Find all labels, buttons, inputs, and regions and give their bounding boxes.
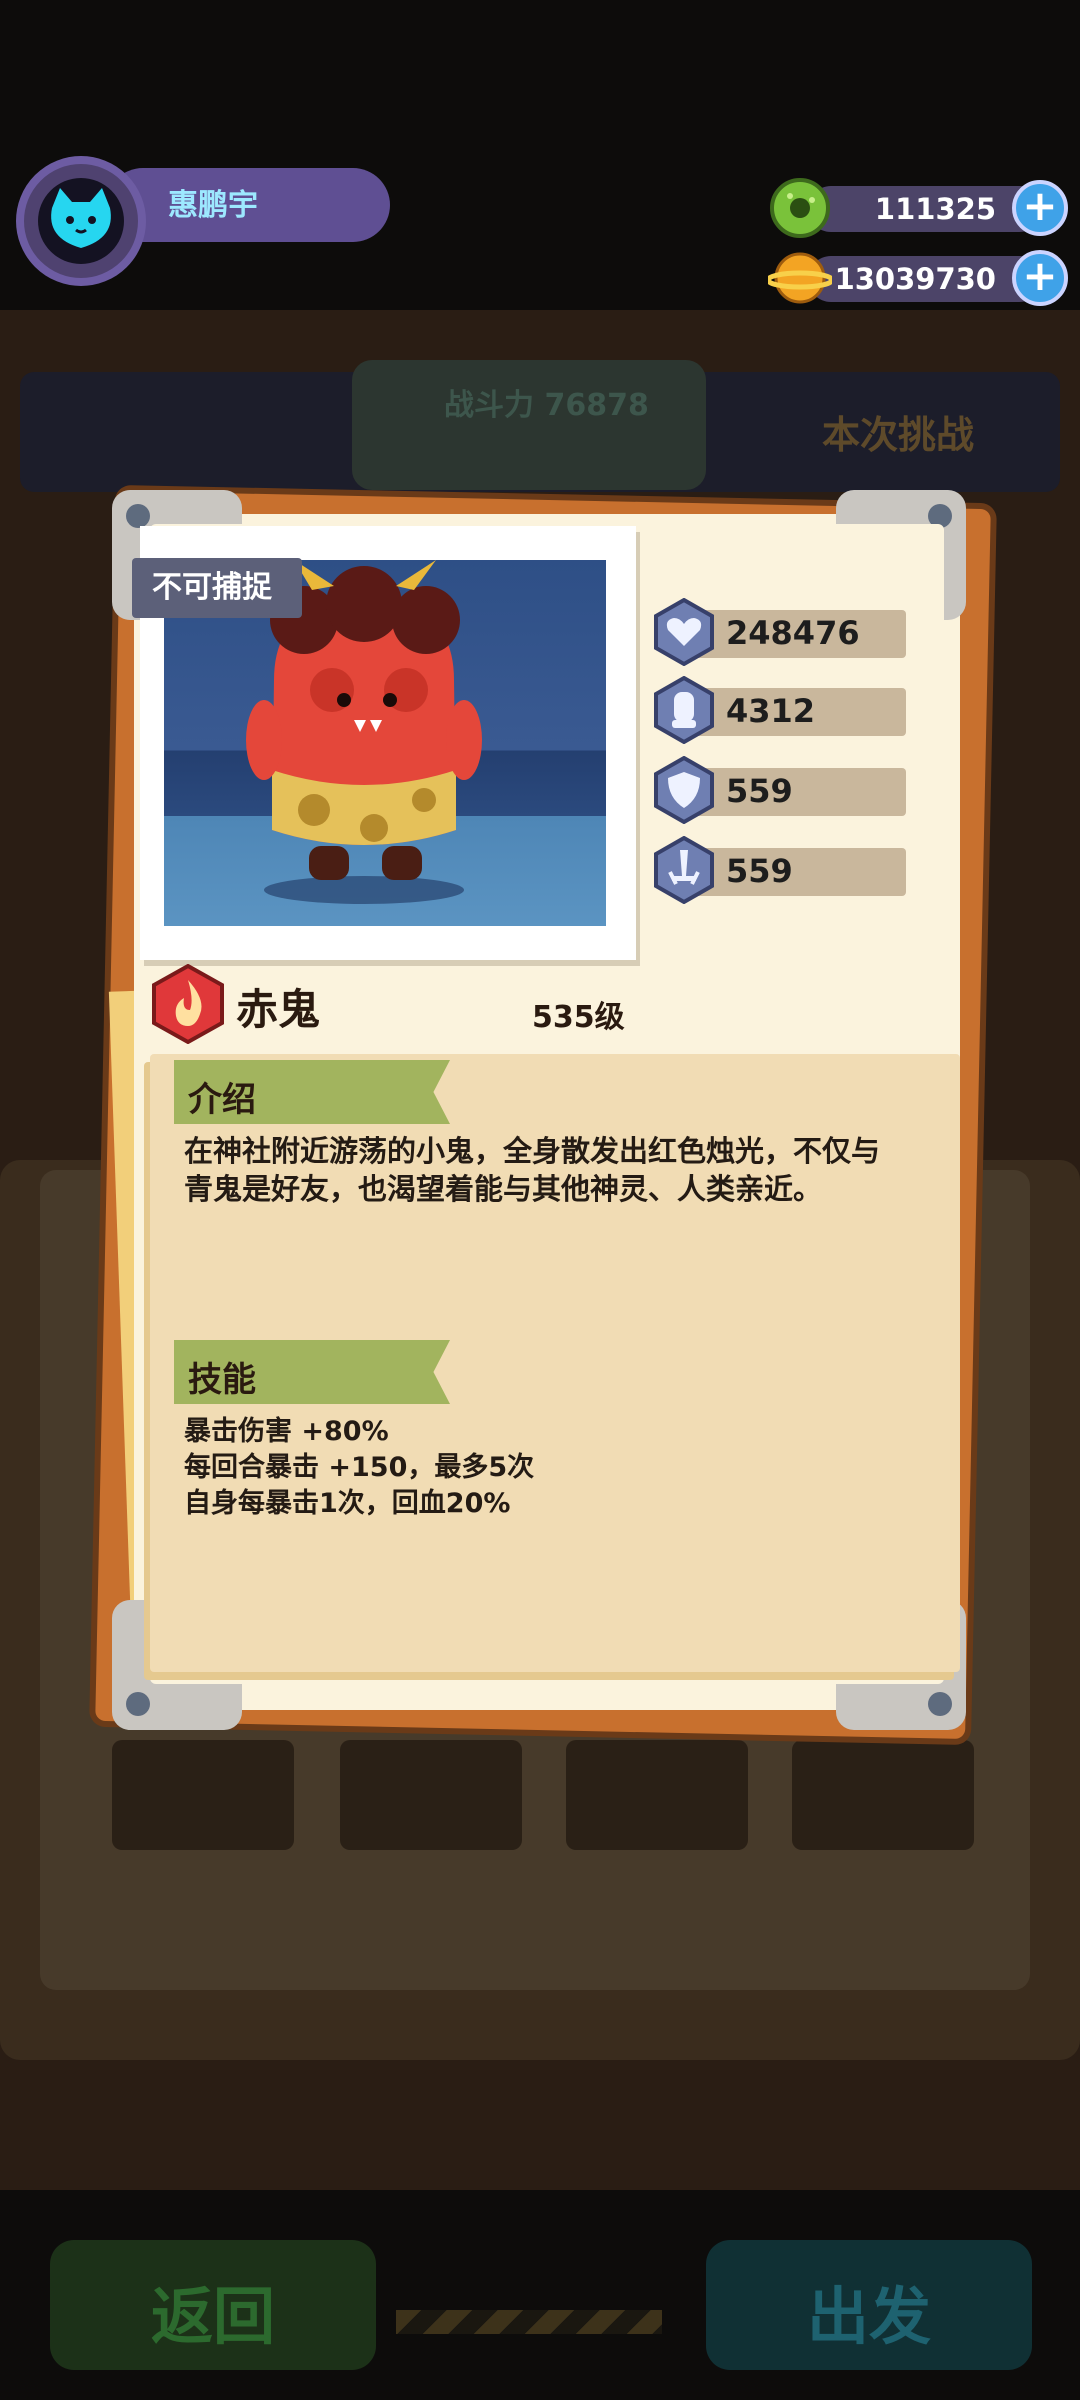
donut-count: 111325 <box>874 192 996 226</box>
intro-heading: 介绍 <box>188 1080 256 1120</box>
stat-hp: 248476 <box>650 597 910 667</box>
orange-planet-coin-icon <box>765 246 835 310</box>
shield-defense-icon <box>650 755 718 825</box>
power-label: 战斗力 76878 <box>444 388 649 423</box>
hazard-stripe <box>396 2310 662 2334</box>
intro-text: 在神社附近游荡的小鬼，全身散发出红色烛光，不仅与青鬼是好友，也渴望着能与其他神灵… <box>184 1134 881 1206</box>
skills-heading: 技能 <box>188 1360 256 1400</box>
go-button[interactable]: 出发 <box>706 2240 1032 2370</box>
skill-line: 暴击伤害 +80% <box>184 1416 389 1447</box>
skill-line: 每回合暴击 +150，最多5次 <box>184 1452 535 1483</box>
player-profile[interactable]: 惠鹏宇 <box>16 156 390 286</box>
skill-line: 自身每暴击1次，回血20% <box>184 1488 511 1519</box>
avatar[interactable] <box>16 156 146 286</box>
stat-defense: 559 <box>650 755 910 825</box>
fire-element-icon <box>148 963 228 1045</box>
fist-attack-icon <box>650 675 718 745</box>
defense-value: 559 <box>726 772 793 810</box>
currency-donut: 111325 + <box>768 178 1068 238</box>
team-slot <box>340 1740 522 1850</box>
add-planet-button[interactable]: + <box>1012 250 1068 306</box>
team-slot <box>566 1740 748 1850</box>
power-display: 战斗力 76878 <box>352 360 706 490</box>
back-button-label: 返回 <box>150 2280 275 2353</box>
pierce-value: 559 <box>726 852 793 890</box>
stat-attack: 4312 <box>650 675 910 745</box>
skills-list: 暴击伤害 +80% 每回合暴击 +150，最多5次 自身每暴击1次，回血20% <box>184 1414 534 1522</box>
hp-value: 248476 <box>726 614 860 652</box>
skills-ribbon: 技能 <box>174 1340 450 1404</box>
attack-value: 4312 <box>726 692 816 730</box>
team-slot <box>112 1740 294 1850</box>
stat-pierce: 559 <box>650 835 910 905</box>
monster-name: 赤鬼 <box>236 985 321 1034</box>
add-donut-button[interactable]: + <box>1012 180 1068 236</box>
planet-count: 13039730 <box>834 262 996 296</box>
player-name: 惠鹏宇 <box>168 188 258 223</box>
capture-status-tag: 不可捕捉 <box>132 558 302 618</box>
heart-hp-icon <box>650 597 718 667</box>
green-donut-coin-icon <box>768 176 832 240</box>
go-button-label: 出发 <box>806 2280 931 2353</box>
currency-planet: 13039730 + <box>765 250 1068 306</box>
challenge-label: 本次挑战 <box>822 413 975 457</box>
intro-ribbon: 介绍 <box>174 1060 450 1124</box>
cat-avatar-icon <box>51 188 111 248</box>
monster-level: 535级 <box>532 1000 625 1035</box>
back-button[interactable]: 返回 <box>50 2240 376 2370</box>
sword-pierce-icon <box>650 835 718 905</box>
team-slot <box>792 1740 974 1850</box>
